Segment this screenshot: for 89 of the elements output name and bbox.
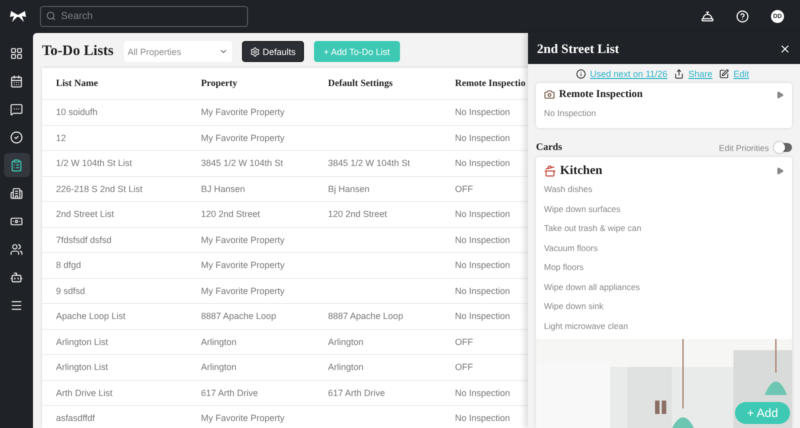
chevron-down-icon — [218, 47, 228, 56]
table-cell-text: 10 soidufh — [56, 107, 99, 118]
table-cell-text: 8 dfgd — [56, 260, 82, 270]
table-cell-text: OFF — [455, 184, 474, 194]
table-cell-text: 9 sdfsd — [56, 286, 86, 296]
table-cell-text: 2nd Street List — [56, 209, 116, 220]
table-cell-text: 1/2 W 104th St List — [56, 158, 134, 168]
table-cell-text: asfasdffdf — [56, 413, 96, 424]
task-item: Vacuum floors — [544, 242, 599, 252]
table-cell-text: No Inspection — [455, 209, 512, 220]
column-header: List Name — [56, 78, 99, 88]
table-cell-text: My Favorite Property — [201, 132, 286, 143]
table-cell-text: 120 2nd Street — [201, 209, 262, 220]
table-cell-text: Arth Drive List — [56, 388, 114, 398]
table-cell-text: 8887 Apache Loop — [201, 311, 278, 322]
add-button[interactable]: + Add — [734, 402, 790, 424]
help-icon[interactable] — [736, 10, 749, 23]
clipboard-icon[interactable] — [4, 153, 30, 177]
table-cell-text: No Inspection — [455, 234, 512, 245]
table-cell-text: No Inspection — [455, 388, 512, 398]
camera-icon — [544, 89, 555, 100]
table-cell-text: 3845 1/2 W 104th St — [328, 158, 412, 168]
table-cell-text: Arlington — [328, 336, 365, 347]
table-cell-text: Arlington List — [56, 336, 110, 347]
card-title: Remote Inspection — [559, 89, 643, 100]
table-cell-text: 617 Arth Drive — [328, 388, 386, 398]
table-cell-text: 8887 Apache Loop — [328, 311, 404, 322]
table-cell-text: Bj Hansen — [328, 184, 371, 194]
table-cell-text: BJ Hansen — [201, 184, 246, 194]
pot-icon — [544, 164, 556, 176]
table-cell-text: Arlington — [201, 362, 238, 372]
search-icon — [46, 11, 56, 21]
table-cell-text: No Inspection — [455, 107, 512, 118]
task-item: Take out trash & wipe can — [544, 223, 642, 233]
table-cell-text: Arlington List — [56, 362, 110, 372]
edit-link[interactable]: Edit — [733, 69, 749, 79]
play-icon[interactable] — [776, 90, 784, 98]
table-cell-text: My Favorite Property — [201, 413, 286, 424]
table-cell-text: Arlington — [328, 362, 365, 372]
table-cell-text: No Inspection — [455, 158, 512, 168]
task-item: Light microwave clean — [544, 320, 630, 330]
section-heading: Cards — [536, 142, 562, 153]
table-cell-text: Arlington — [201, 336, 238, 347]
table-cell-text: 226-218 S 2nd St List — [56, 184, 144, 194]
table-cell-text: Apache Loop List — [56, 311, 127, 322]
gear-icon — [250, 46, 260, 56]
table-cell-text: 617 Arth Drive — [201, 388, 260, 398]
defaults-button[interactable]: Defaults — [242, 41, 304, 62]
column-header: Remote Inspectio — [455, 78, 526, 88]
table-cell-text: OFF — [455, 336, 474, 347]
property-dropdown[interactable]: All Properties — [124, 41, 232, 62]
page-title: To-Do Lists — [42, 43, 114, 60]
column-header: Default Settings — [328, 78, 394, 88]
task-item: Wipe down surfaces — [544, 204, 622, 214]
edit-icon — [719, 69, 730, 79]
table-cell-text: 3845 1/2 W 104th St — [201, 158, 284, 168]
share-link[interactable]: Share — [688, 69, 712, 79]
play-icon[interactable] — [776, 166, 784, 174]
card-title: Kitchen — [560, 163, 602, 178]
bow-logo-icon — [10, 11, 26, 22]
table-cell-text: My Favorite Property — [201, 234, 286, 245]
table-cell-text: No Inspection — [455, 260, 512, 270]
close-icon[interactable] — [779, 42, 791, 54]
add-list-button[interactable]: + Add To-Do List — [314, 41, 400, 62]
edit-priorities-toggle[interactable] — [775, 143, 792, 152]
table-cell-text: No Inspection — [455, 286, 512, 296]
panel-title: 2nd Street List — [537, 40, 620, 56]
bell-icon[interactable] — [701, 10, 714, 23]
task-item: Wipe down sink — [544, 301, 605, 311]
task-item: Wipe down all appliances — [544, 282, 641, 292]
table-cell-text: No Inspection — [455, 311, 512, 322]
table-cell-text: OFF — [455, 362, 474, 372]
table-cell-text: 12 — [56, 132, 68, 143]
table-cell-text: My Favorite Property — [201, 286, 286, 296]
task-item: Wash dishes — [544, 184, 594, 194]
table-cell-text: No Inspection — [455, 413, 512, 424]
table-cell-text: 120 2nd Street — [328, 209, 388, 220]
inspection-value: No Inspection — [544, 108, 597, 118]
search-field[interactable]: Search — [40, 6, 248, 27]
task-item: Mop floors — [544, 262, 585, 272]
table-cell-text: No Inspection — [455, 132, 512, 143]
table-cell-text: 7fdsfsdf dsfsd — [56, 234, 113, 245]
toggle-label: Edit Priorities — [718, 142, 769, 152]
share-icon — [674, 69, 684, 79]
column-header: Property — [201, 78, 238, 88]
used-next-link[interactable]: Used next on 11/26 — [590, 69, 668, 79]
table-cell-text: My Favorite Property — [201, 260, 286, 270]
info-icon — [576, 69, 586, 79]
table-cell-text: My Favorite Property — [201, 107, 286, 118]
